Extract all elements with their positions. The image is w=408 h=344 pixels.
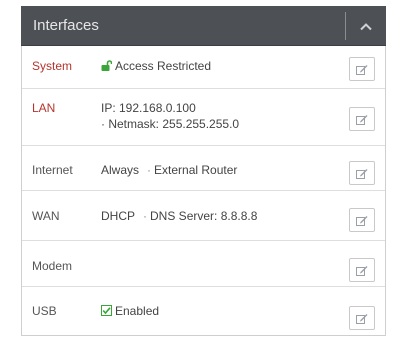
wan-dns: DNS Server: 8.8.8.8 bbox=[150, 209, 258, 223]
lan-value: IP: 192.168.0.100 · Netmask: 255.255.255… bbox=[101, 101, 239, 131]
system-status-text: Access Restricted bbox=[115, 59, 212, 73]
wan-label: WAN bbox=[32, 209, 60, 223]
system-value: Access Restricted bbox=[101, 59, 211, 73]
edit-button-modem[interactable] bbox=[349, 258, 375, 282]
usb-value: Enabled bbox=[101, 304, 159, 318]
row-modem: Modem bbox=[22, 241, 385, 287]
row-wan: WAN DHCP · DNS Server: 8.8.8.8 bbox=[22, 191, 385, 241]
edit-icon bbox=[356, 114, 368, 125]
edit-icon bbox=[356, 168, 368, 179]
modem-label: Modem bbox=[32, 259, 73, 273]
edit-button-wan[interactable] bbox=[349, 208, 375, 232]
edit-icon bbox=[356, 313, 368, 324]
checkbox-checked-icon bbox=[101, 305, 112, 316]
row-lan: LAN IP: 192.168.0.100 · Netmask: 255.255… bbox=[22, 89, 385, 146]
row-usb: USB Enabled bbox=[22, 287, 385, 336]
internet-label: Internet bbox=[32, 163, 73, 177]
lan-ip: IP: 192.168.0.100 bbox=[101, 101, 196, 115]
usb-label: USB bbox=[32, 304, 57, 318]
edit-button-usb[interactable] bbox=[349, 306, 375, 330]
row-system: System Access Restricted bbox=[22, 46, 385, 89]
internet-value: Always · External Router bbox=[101, 163, 238, 177]
edit-icon bbox=[356, 215, 368, 226]
lan-netmask: · Netmask: 255.255.255.0 bbox=[101, 117, 240, 131]
collapse-button[interactable] bbox=[346, 6, 386, 46]
wan-mode: DHCP bbox=[101, 209, 136, 223]
internet-mode: Always bbox=[101, 163, 140, 177]
panel-title: Interfaces bbox=[33, 17, 99, 34]
unlock-icon bbox=[101, 60, 112, 71]
edit-icon bbox=[356, 265, 368, 276]
edit-button-system[interactable] bbox=[349, 57, 375, 81]
edit-button-lan[interactable] bbox=[349, 107, 375, 131]
panel-header: Interfaces bbox=[21, 6, 386, 46]
row-internet: Internet Always · External Router bbox=[22, 146, 385, 191]
system-label: System bbox=[32, 59, 73, 73]
edit-button-internet[interactable] bbox=[349, 161, 375, 185]
edit-icon bbox=[356, 64, 368, 75]
usb-status-text: Enabled bbox=[115, 304, 160, 318]
chevron-up-icon bbox=[360, 22, 372, 30]
internet-source: External Router bbox=[154, 163, 238, 177]
wan-value: DHCP · DNS Server: 8.8.8.8 bbox=[101, 209, 258, 223]
lan-label: LAN bbox=[32, 101, 56, 115]
